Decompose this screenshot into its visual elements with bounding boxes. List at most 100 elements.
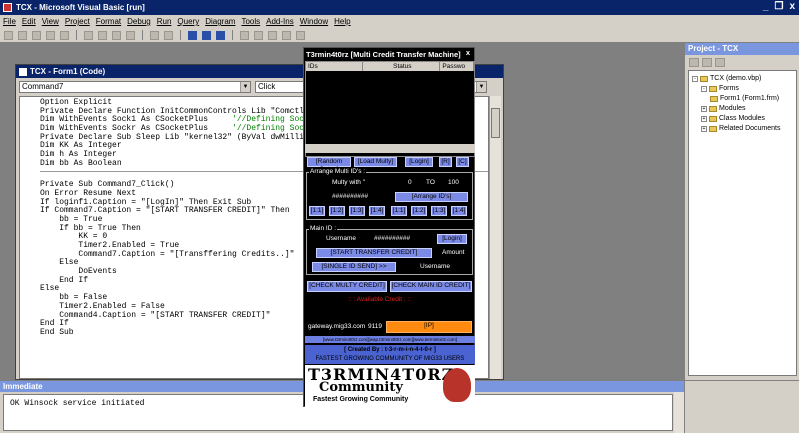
code-text: On Error Resume Next [40,188,137,198]
tree-node-label: Class Modules [719,115,765,122]
paste-icon[interactable] [112,30,121,40]
arrange-ids-button[interactable]: [Arrange ID's] [395,192,468,202]
logo-tagline: Fastest Growing Community [313,396,409,403]
load-multy-button[interactable]: [Load Multy] [354,157,397,167]
step-button-4[interactable]: [1:4] [369,206,385,216]
menu-help[interactable]: Help [334,17,350,26]
ip-button[interactable]: [IP] [386,321,472,333]
code-text: Dim WithEvents Sock1 As CSocketPlus [40,115,233,125]
arrange-hash-text: ########## [332,193,369,200]
menu-tools[interactable]: Tools [241,17,260,26]
chevron-down-icon[interactable]: ▼ [476,82,486,92]
expand-icon[interactable]: + [701,126,707,132]
collapse-icon[interactable]: - [692,76,698,82]
properties-icon[interactable] [254,30,263,40]
open-icon[interactable] [46,30,55,40]
links-banner[interactable]: [www.t3rmin4t0rz.com][wap.t3rmin4t0rz.co… [305,336,475,343]
menu-diagram[interactable]: Diagram [205,17,235,26]
column-status[interactable]: Status [363,62,441,71]
collapse-icon[interactable]: - [701,86,707,92]
step-button-6[interactable]: [1:2] [411,206,427,216]
tcx-form: T3rmin4t0rz [Multi Credit Transfer Machi… [303,47,475,408]
expand-icon[interactable]: + [701,106,707,112]
folder-icon [709,86,717,92]
cut-icon[interactable] [84,30,93,40]
find-icon[interactable] [126,30,135,40]
step-button-5[interactable]: [1:1] [391,206,407,216]
tree-node[interactable]: - TCX (demo.vbp) [692,74,793,84]
menu-query[interactable]: Query [177,17,199,26]
ids-listview[interactable]: IDs Status Passwo [305,61,475,157]
single-id-send-button[interactable]: [SINGLE ID SEND] >> [312,262,396,272]
step-button-8[interactable]: [1:4] [451,206,467,216]
r-button[interactable]: [R] [439,157,452,167]
expand-icon[interactable]: + [701,116,707,122]
immediate-scrollbar[interactable] [674,392,684,433]
project-explorer-icon[interactable] [240,30,249,40]
form-layout-icon[interactable] [268,30,277,40]
tree-node[interactable]: + Related Documents [692,124,793,134]
main-login-button[interactable]: [Login] [437,234,467,244]
code-vertical-scrollbar[interactable] [489,96,501,379]
column-ids[interactable]: IDs [306,62,364,71]
object-combo[interactable]: Command7 ▼ [19,81,251,93]
menu-run[interactable]: Run [157,17,172,26]
main-hash-text: ########## [374,235,411,242]
code-text: bb = False [40,293,108,303]
menu-editor-icon[interactable] [32,30,41,40]
menu-view[interactable]: View [42,17,59,26]
tree-node[interactable]: Form1 (Form1.frm) [692,94,793,104]
code-text: Private Declare Function InitCommonContr… [40,106,314,116]
menu-format[interactable]: Format [96,17,121,26]
chevron-down-icon[interactable]: ▼ [240,82,250,92]
available-credit-text: :: : Available Credit : :: [348,296,412,303]
object-browser-icon[interactable] [282,30,291,40]
menu-window[interactable]: Window [300,17,328,26]
c-button[interactable]: [C] [456,157,469,167]
random-setup-button[interactable]: [Random Setup] [307,157,351,173]
code-text: If bb = True Then [40,223,141,233]
code-text: Dim WithEvents Sockr As CSocketPlus [40,124,233,134]
code-text: If loginf1.Caption = "[LogIn]" Then Exit… [40,197,252,207]
tcx-close-button[interactable]: x [466,48,470,57]
view-object-icon[interactable] [702,57,712,67]
close-button[interactable]: x [789,1,795,13]
menu-project[interactable]: Project [65,17,90,26]
toggle-folders-icon[interactable] [715,57,725,67]
view-code-icon[interactable] [689,57,699,67]
step-button-2[interactable]: [1:2] [329,206,345,216]
redo-icon[interactable] [164,30,173,40]
code-text: Dim KK As Integer [40,141,122,151]
add-form-icon[interactable] [18,30,27,40]
break-icon[interactable] [202,30,211,40]
skull-icon [443,368,471,402]
check-main-credit-button[interactable]: [CHECK MAIN ID CREDIT] [390,281,472,292]
menu-debug[interactable]: Debug [127,17,151,26]
undo-icon[interactable] [150,30,159,40]
step-button-3[interactable]: [1:3] [349,206,365,216]
save-icon[interactable] [60,30,69,40]
menu-edit[interactable]: Edit [22,17,36,26]
start-transfer-button[interactable]: [START TRANSFER CREDIT] [316,248,432,258]
end-icon[interactable] [216,30,225,40]
menu-add-ins[interactable]: Add-Ins [266,17,294,26]
column-password[interactable]: Passwo [440,62,474,71]
code-text: Timer2.Enabled = False [40,301,165,311]
tree-node[interactable]: - Forms [692,84,793,94]
gateway-host: gateway.mig33.com [308,323,366,330]
ids-horizontal-scrollbar[interactable] [305,144,475,153]
step-button-7[interactable]: [1:3] [431,206,447,216]
login-button[interactable]: [Login] [405,157,433,167]
tree-node[interactable]: + Modules [692,104,793,114]
menu-file[interactable]: File [3,17,16,26]
toolbox-icon[interactable] [296,30,305,40]
check-multy-credit-button[interactable]: [CHECK MULTY CREDIT] [307,281,387,292]
tree-node[interactable]: + Class Modules [692,114,793,124]
scrollbar-thumb[interactable] [491,108,500,138]
minimize-button[interactable]: _ [763,1,769,13]
add-project-icon[interactable] [4,30,13,40]
step-button-1[interactable]: [1:1] [309,206,325,216]
copy-icon[interactable] [98,30,107,40]
restore-button[interactable]: ❐ [774,1,783,13]
start-icon[interactable] [188,30,197,40]
